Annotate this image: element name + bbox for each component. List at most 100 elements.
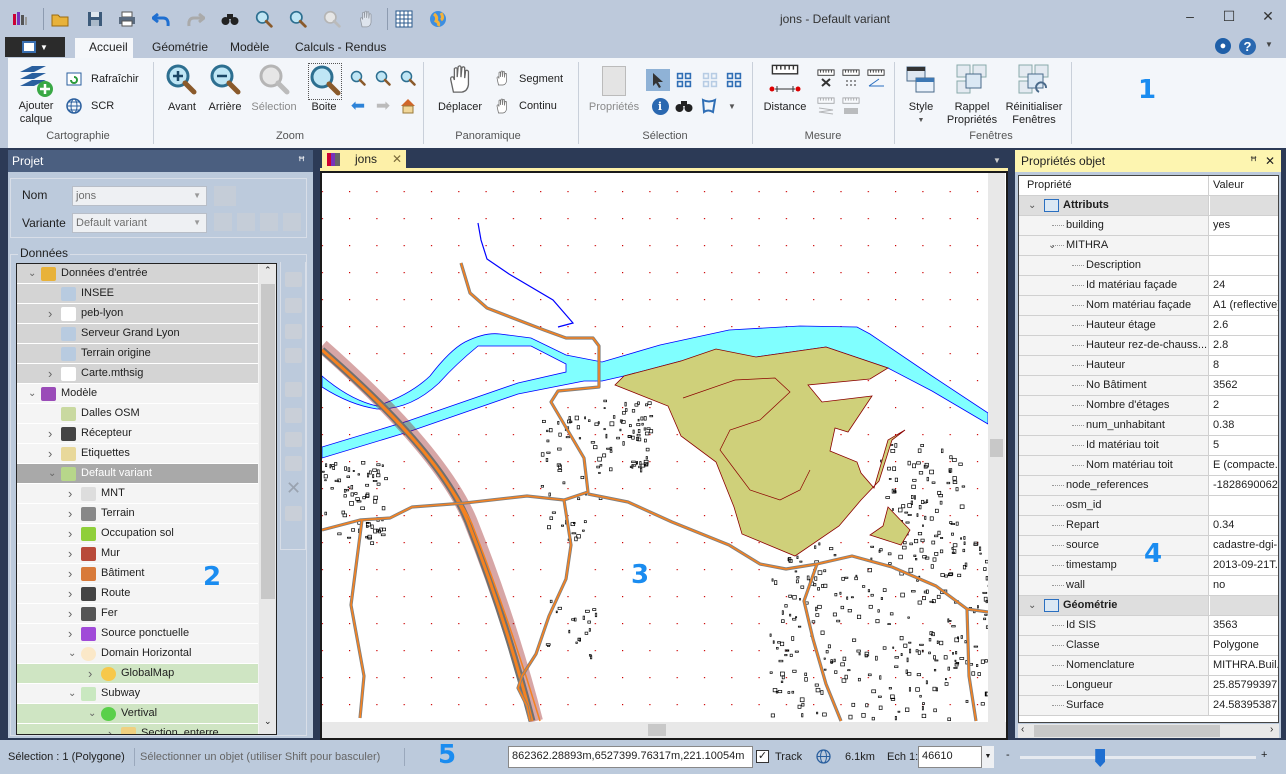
close-button[interactable]: ✕ — [1255, 8, 1281, 30]
add-layer-icon[interactable] — [18, 64, 54, 101]
tree-item[interactable]: INSEE — [17, 284, 258, 304]
property-row[interactable]: Nombre d'étages 2 — [1019, 396, 1278, 416]
zoom-scale-icon[interactable] — [398, 68, 418, 88]
globe-icon[interactable] — [427, 8, 449, 30]
select-grid-icon[interactable] — [674, 70, 694, 90]
tree-scrollbar[interactable]: ⌃ ⌄ — [259, 264, 276, 734]
chevron-right-icon[interactable]: › — [68, 604, 72, 623]
continuous-button[interactable]: Continu — [519, 100, 557, 112]
tree-item[interactable]: Terrain origine — [17, 344, 258, 364]
zoom-box-button[interactable]: Boite — [311, 101, 336, 114]
map-vertical-scrollbar[interactable] — [988, 173, 1005, 722]
distance-button[interactable]: Distance — [764, 101, 807, 114]
property-value[interactable]: 3562 — [1210, 376, 1278, 395]
scale-input[interactable]: 46610 — [918, 746, 982, 768]
select-pointer-icon[interactable] — [646, 69, 670, 91]
property-row[interactable]: Id matériau façade 24 — [1019, 276, 1278, 296]
property-value[interactable]: Polygone — [1210, 636, 1278, 655]
property-row[interactable]: Nomenclature MITHRA.Buil... — [1019, 656, 1278, 676]
property-row[interactable]: wall no — [1019, 576, 1278, 596]
property-value[interactable]: 8 — [1210, 356, 1278, 375]
chevron-right-icon[interactable]: › — [68, 624, 72, 643]
zoom-box-large-icon[interactable] — [308, 63, 342, 100]
column-header-value[interactable]: Valeur — [1210, 176, 1278, 195]
scale-dropdown-icon[interactable]: ▼ — [982, 746, 994, 768]
project-tree[interactable]: › Section_enterre ⌄ Vertival ⌄ Subway › GlobalM… — [16, 263, 277, 735]
zoom-globe-icon[interactable] — [373, 68, 393, 88]
tree-item[interactable]: › Route — [17, 584, 258, 604]
zoom-in-icon[interactable] — [253, 8, 275, 30]
property-row[interactable]: Id matériau toit 5 — [1019, 436, 1278, 456]
property-value[interactable] — [1210, 256, 1278, 275]
scroll-left-icon[interactable]: ‹ — [1021, 724, 1024, 735]
chevron-down-icon[interactable]: ⌄ — [68, 644, 76, 663]
property-value[interactable]: A1 (reflective) — [1210, 296, 1278, 315]
tree-item[interactable]: › Fer — [17, 604, 258, 624]
zoom-slider[interactable] — [1020, 749, 1256, 767]
chevron-down-icon[interactable]: ⌄ — [1028, 196, 1036, 215]
segment-button[interactable]: Segment — [519, 73, 563, 85]
select-grid-partial-icon[interactable] — [724, 70, 744, 90]
tree-item[interactable]: › Etiquettes — [17, 444, 258, 464]
chevron-right-icon[interactable]: › — [108, 724, 112, 734]
binoculars-icon[interactable] — [674, 96, 694, 116]
property-value[interactable] — [1210, 236, 1278, 255]
tree-item[interactable]: Dalles OSM — [17, 404, 258, 424]
open-folder-icon[interactable] — [49, 8, 71, 30]
properties-hscroll-thumb[interactable] — [1034, 725, 1220, 737]
tab-list-dropdown-icon[interactable]: ▼ — [993, 156, 1001, 165]
tree-item[interactable]: ⌄ Vertival — [17, 704, 258, 724]
tab-accueil[interactable]: Accueil — [75, 38, 133, 58]
property-value[interactable]: 2 — [1210, 396, 1278, 415]
property-row[interactable]: Longueur 25.85799397... — [1019, 676, 1278, 696]
tree-item[interactable]: › Récepteur — [17, 424, 258, 444]
property-row[interactable]: Id SIS 3563 — [1019, 616, 1278, 636]
tree-item[interactable]: ⌄ Modèle — [17, 384, 258, 404]
save-icon[interactable] — [84, 8, 106, 30]
tab-modele[interactable]: Modèle — [216, 38, 283, 58]
zoom-plus-button[interactable]: + — [1261, 749, 1267, 761]
map-vscroll-thumb[interactable] — [990, 439, 1003, 457]
column-header-property[interactable]: Propriété — [1019, 176, 1209, 195]
property-value[interactable]: cadastre-dgi-... — [1210, 536, 1278, 555]
chevron-right-icon[interactable]: › — [88, 664, 92, 683]
chevron-down-icon[interactable]: ⌄ — [28, 384, 36, 403]
chevron-right-icon[interactable]: › — [68, 484, 72, 503]
properties-horizontal-scrollbar[interactable]: ‹ › — [1018, 724, 1279, 738]
property-value[interactable] — [1210, 596, 1278, 615]
property-row[interactable]: Description — [1019, 256, 1278, 276]
property-row[interactable]: Repart 0.34 — [1019, 516, 1278, 536]
chevron-right-icon[interactable]: › — [68, 524, 72, 543]
tree-item[interactable]: ⌄ Domain Horizontal — [17, 644, 258, 664]
segment-hands-icon[interactable] — [492, 68, 512, 88]
recall-properties-icon[interactable] — [956, 64, 988, 99]
tree-item[interactable]: › Bâtiment — [17, 564, 258, 584]
coordinates-field[interactable]: 862362.28893m,6527399.76317m,221.10054m — [508, 746, 753, 768]
polygon-select-icon[interactable] — [699, 96, 719, 116]
zoom-extent-icon[interactable] — [348, 68, 368, 88]
info-icon[interactable]: i — [650, 96, 670, 116]
add-layer-button[interactable]: Ajouter calque — [19, 100, 54, 126]
zoom-minus-button[interactable]: - — [1006, 749, 1010, 761]
help-icon[interactable]: ? — [1239, 38, 1256, 55]
property-row[interactable]: No Bâtiment 3562 — [1019, 376, 1278, 396]
property-value[interactable]: E (compacte... — [1210, 456, 1278, 475]
close-panel-icon[interactable]: ✕ — [1265, 150, 1275, 172]
property-row[interactable]: Hauteur 8 — [1019, 356, 1278, 376]
table-icon[interactable] — [393, 8, 415, 30]
property-row[interactable]: Classe Polygone — [1019, 636, 1278, 656]
reset-windows-icon[interactable] — [1018, 64, 1050, 99]
zoom-out-large-icon[interactable] — [209, 63, 241, 98]
zoom-in-large-icon[interactable] — [165, 63, 197, 98]
chevron-down-icon[interactable]: ⌄ — [1028, 596, 1036, 615]
measure-delete-icon[interactable] — [816, 68, 836, 88]
tree-item[interactable]: › Occupation sol — [17, 524, 258, 544]
home-icon[interactable] — [398, 96, 418, 116]
options-caret-icon[interactable]: ▼ — [1265, 40, 1273, 49]
property-value[interactable]: 2013-09-21T... — [1210, 556, 1278, 575]
minimize-button[interactable]: – — [1177, 8, 1203, 30]
property-value[interactable]: 3563 — [1210, 616, 1278, 635]
refresh-button[interactable]: Rafraîchir — [91, 73, 139, 85]
scroll-right-icon[interactable]: › — [1270, 724, 1273, 735]
chevron-right-icon[interactable]: › — [48, 444, 52, 463]
